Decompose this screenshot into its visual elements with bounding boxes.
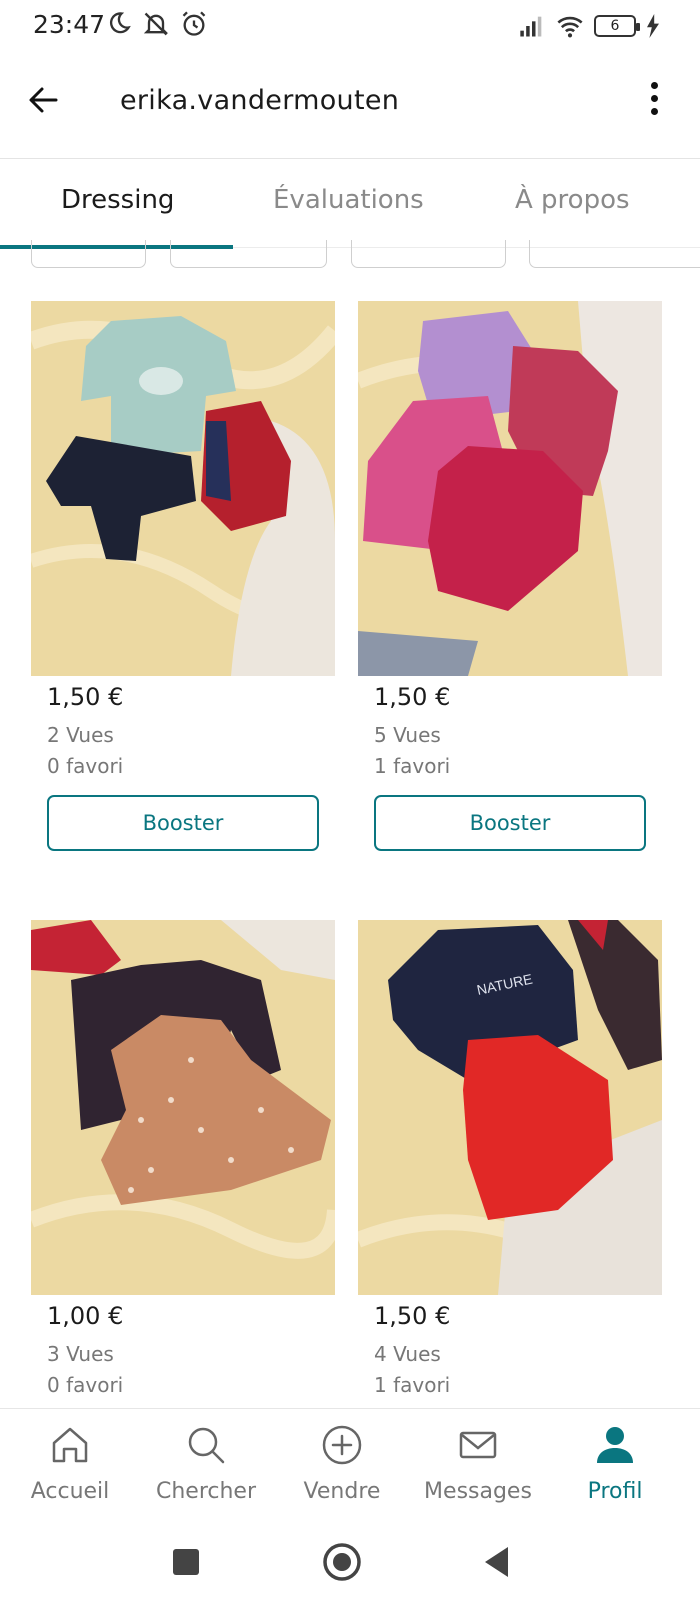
nav-chercher[interactable]: Chercher <box>136 1423 276 1513</box>
item-favorites: 0 favori <box>47 1373 124 1397</box>
nav-label: Chercher <box>155 1479 257 1504</box>
filter-chip[interactable] <box>31 240 146 268</box>
plus-circle-icon <box>322 1425 362 1465</box>
home-icon <box>52 1427 88 1463</box>
nav-vendre[interactable]: Vendre <box>272 1423 412 1513</box>
status-time: 23:47 <box>33 10 106 39</box>
nav-label: Accueil <box>30 1479 110 1504</box>
moon-icon <box>109 12 131 34</box>
system-navigation <box>0 1518 700 1607</box>
item-views: 5 Vues <box>374 723 441 747</box>
search-icon <box>188 1427 225 1464</box>
status-bar: 23:47 6 <box>0 0 700 52</box>
item-favorites: 0 favori <box>47 754 124 778</box>
item-views: 3 Vues <box>47 1342 114 1366</box>
profile-tabs: Dressing Évaluations À propos <box>0 160 700 250</box>
item-photo-image <box>31 920 335 1295</box>
item-favorites: 1 favori <box>374 754 451 778</box>
booster-button[interactable]: Booster <box>374 795 646 851</box>
item-photo[interactable] <box>358 301 662 676</box>
item-photo-image: NATURE <box>358 920 662 1295</box>
nav-messages[interactable]: Messages <box>408 1423 548 1513</box>
nav-profil[interactable]: Profil <box>545 1423 685 1513</box>
bell-off-icon <box>143 12 169 36</box>
battery-level: 6 <box>610 18 620 34</box>
recents-icon[interactable] <box>164 1540 208 1584</box>
item-price: 1,00 € <box>47 1302 124 1330</box>
item-photo[interactable] <box>31 301 335 676</box>
nav-label: Messages <box>424 1479 532 1504</box>
item-price: 1,50 € <box>47 683 124 711</box>
back-triangle-icon[interactable] <box>476 1540 520 1584</box>
alarm-icon <box>182 11 206 36</box>
charging-icon <box>647 14 659 38</box>
item-photo-image <box>358 301 662 676</box>
profile-username: erika.vandermouten <box>120 85 400 116</box>
item-photo-image <box>31 301 335 676</box>
item-price: 1,50 € <box>374 1302 451 1330</box>
item-photo[interactable]: NATURE <box>358 920 662 1295</box>
profile-icon <box>597 1427 633 1463</box>
battery-icon: 6 <box>594 15 640 37</box>
nav-label: Profil <box>587 1479 643 1504</box>
item-favorites: 1 favori <box>374 1373 451 1397</box>
tab-evaluations[interactable]: Évaluations <box>273 185 424 215</box>
arrow-left-icon[interactable] <box>22 78 66 122</box>
booster-button[interactable]: Booster <box>47 795 319 851</box>
item-views: 4 Vues <box>374 1342 441 1366</box>
app-header: erika.vandermouten <box>0 60 700 140</box>
item-card[interactable]: 1,50 € 2 Vues 0 favori Booster <box>31 301 335 861</box>
filter-chip[interactable] <box>351 240 506 268</box>
bottom-navigation: Accueil Chercher Vendre Messages Profil <box>0 1408 700 1518</box>
header-divider <box>0 158 700 159</box>
nav-accueil[interactable]: Accueil <box>0 1423 140 1513</box>
item-card[interactable]: NATURE 1,50 € 4 Vues 1 favori <box>358 920 662 1410</box>
more-vertical-icon[interactable] <box>644 76 664 124</box>
filter-chip[interactable] <box>529 240 700 268</box>
item-card[interactable]: 1,00 € 3 Vues 0 favori <box>31 920 335 1410</box>
item-card[interactable]: 1,50 € 5 Vues 1 favori Booster <box>358 301 662 861</box>
wifi-icon <box>557 16 583 38</box>
mail-icon <box>459 1431 497 1459</box>
item-price: 1,50 € <box>374 683 451 711</box>
tab-a-propos[interactable]: À propos <box>515 185 630 215</box>
home-button-icon[interactable] <box>320 1540 364 1584</box>
item-views: 2 Vues <box>47 723 114 747</box>
signal-icon <box>520 16 542 37</box>
item-photo[interactable] <box>31 920 335 1295</box>
tab-dressing[interactable]: Dressing <box>61 185 174 215</box>
filter-chip[interactable] <box>170 240 327 268</box>
nav-label: Vendre <box>303 1479 381 1504</box>
